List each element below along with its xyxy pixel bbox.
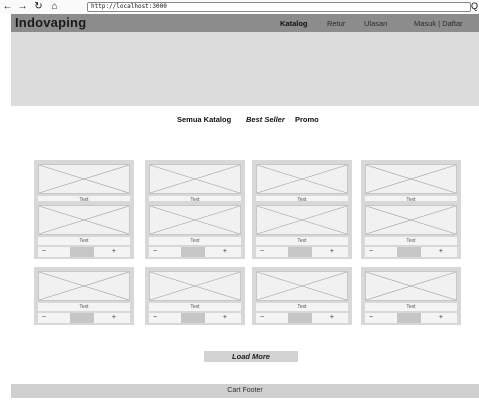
product-image-placeholder[interactable] xyxy=(365,271,457,301)
product-image-placeholder[interactable] xyxy=(38,205,130,235)
product-image-placeholder[interactable] xyxy=(365,164,457,194)
product-image-placeholder[interactable] xyxy=(256,205,348,235)
increment-button[interactable]: + xyxy=(330,247,334,257)
product-image-placeholder[interactable] xyxy=(38,164,130,194)
forward-arrow-icon[interactable]: → xyxy=(17,1,28,13)
quantity-stepper: −+ xyxy=(149,247,241,257)
product-name: Text xyxy=(365,237,457,245)
nav-ulasan[interactable]: Ulasan xyxy=(364,19,387,28)
image-placeholder-icon xyxy=(39,165,129,193)
search-icon[interactable]: Q xyxy=(471,1,478,11)
quantity-stepper: −+ xyxy=(38,247,130,257)
image-placeholder-icon xyxy=(257,206,347,234)
nav-retur[interactable]: Retur xyxy=(327,19,345,28)
product-image-placeholder[interactable] xyxy=(149,271,241,301)
product-card[interactable]: Text−+ xyxy=(34,201,134,259)
product-name: Text xyxy=(149,237,241,245)
decrement-button[interactable]: − xyxy=(260,313,264,323)
product-card[interactable]: Text−+ xyxy=(361,201,461,259)
increment-button[interactable]: + xyxy=(439,247,443,257)
tab-promo[interactable]: Promo xyxy=(295,115,319,124)
quantity-input[interactable] xyxy=(70,247,94,257)
product-card[interactable]: Text−+ xyxy=(34,267,134,325)
nav-masuk-daftar[interactable]: Masuk | Daftar xyxy=(414,19,463,28)
decrement-button[interactable]: − xyxy=(42,247,46,257)
image-placeholder-icon xyxy=(366,206,456,234)
image-placeholder-icon xyxy=(366,272,456,300)
quantity-stepper: −+ xyxy=(38,313,130,323)
home-icon[interactable]: ⌂ xyxy=(49,1,60,13)
quantity-input[interactable] xyxy=(397,313,421,323)
product-image-placeholder[interactable] xyxy=(365,205,457,235)
increment-button[interactable]: + xyxy=(223,313,227,323)
tab-semua-katalog[interactable]: Semua Katalog xyxy=(177,115,231,124)
product-image-placeholder[interactable] xyxy=(38,271,130,301)
tab-best-seller[interactable]: Best Seller xyxy=(246,115,285,124)
increment-button[interactable]: + xyxy=(223,247,227,257)
product-name: Text xyxy=(38,237,130,245)
reload-icon[interactable]: ↻ xyxy=(33,1,44,13)
product-name: Text xyxy=(256,237,348,245)
product-image-placeholder[interactable] xyxy=(149,205,241,235)
decrement-button[interactable]: − xyxy=(42,313,46,323)
decrement-button[interactable]: − xyxy=(153,313,157,323)
image-placeholder-icon xyxy=(39,206,129,234)
address-bar[interactable]: http://localhost:3000 xyxy=(87,2,471,12)
quantity-stepper: −+ xyxy=(256,247,348,257)
product-name: Text xyxy=(149,303,241,311)
image-placeholder-icon xyxy=(150,206,240,234)
quantity-input[interactable] xyxy=(70,313,94,323)
image-placeholder-icon xyxy=(257,272,347,300)
image-placeholder-icon xyxy=(150,272,240,300)
hero-banner xyxy=(11,32,479,106)
product-card[interactable]: Text−+ xyxy=(252,201,352,259)
quantity-input[interactable] xyxy=(288,247,312,257)
product-card[interactable]: Text−+ xyxy=(361,267,461,325)
increment-button[interactable]: + xyxy=(112,313,116,323)
increment-button[interactable]: + xyxy=(330,313,334,323)
cart-footer[interactable]: Cart Footer xyxy=(11,384,479,398)
category-tabs: Semua Katalog Best Seller Promo xyxy=(0,115,479,127)
quantity-stepper: −+ xyxy=(365,313,457,323)
quantity-input[interactable] xyxy=(397,247,421,257)
product-name: Text xyxy=(38,303,130,311)
back-arrow-icon[interactable]: ← xyxy=(2,1,13,13)
decrement-button[interactable]: − xyxy=(153,247,157,257)
product-card[interactable]: Text−+ xyxy=(145,201,245,259)
increment-button[interactable]: + xyxy=(439,313,443,323)
product-card[interactable]: Text−+ xyxy=(145,267,245,325)
increment-button[interactable]: + xyxy=(112,247,116,257)
browser-toolbar: ← → ↻ ⌂ http://localhost:3000 Q xyxy=(0,0,479,14)
product-image-placeholder[interactable] xyxy=(256,271,348,301)
load-more-button[interactable]: Load More xyxy=(204,351,298,362)
image-placeholder-icon xyxy=(366,165,456,193)
image-placeholder-icon xyxy=(257,165,347,193)
image-placeholder-icon xyxy=(39,272,129,300)
quantity-stepper: −+ xyxy=(256,313,348,323)
quantity-stepper: −+ xyxy=(365,247,457,257)
nav-katalog[interactable]: Katalog xyxy=(280,19,308,28)
decrement-button[interactable]: − xyxy=(369,247,373,257)
quantity-input[interactable] xyxy=(181,247,205,257)
product-card[interactable]: Text−+ xyxy=(252,267,352,325)
brand-logo[interactable]: Indovaping xyxy=(15,15,86,30)
decrement-button[interactable]: − xyxy=(260,247,264,257)
product-name: Text xyxy=(365,303,457,311)
quantity-input[interactable] xyxy=(288,313,312,323)
product-name: Text xyxy=(256,303,348,311)
decrement-button[interactable]: − xyxy=(369,313,373,323)
quantity-stepper: −+ xyxy=(149,313,241,323)
image-placeholder-icon xyxy=(150,165,240,193)
app-header: Indovaping Katalog Retur Ulasan Masuk | … xyxy=(11,14,479,32)
quantity-input[interactable] xyxy=(181,313,205,323)
product-image-placeholder[interactable] xyxy=(149,164,241,194)
product-image-placeholder[interactable] xyxy=(256,164,348,194)
